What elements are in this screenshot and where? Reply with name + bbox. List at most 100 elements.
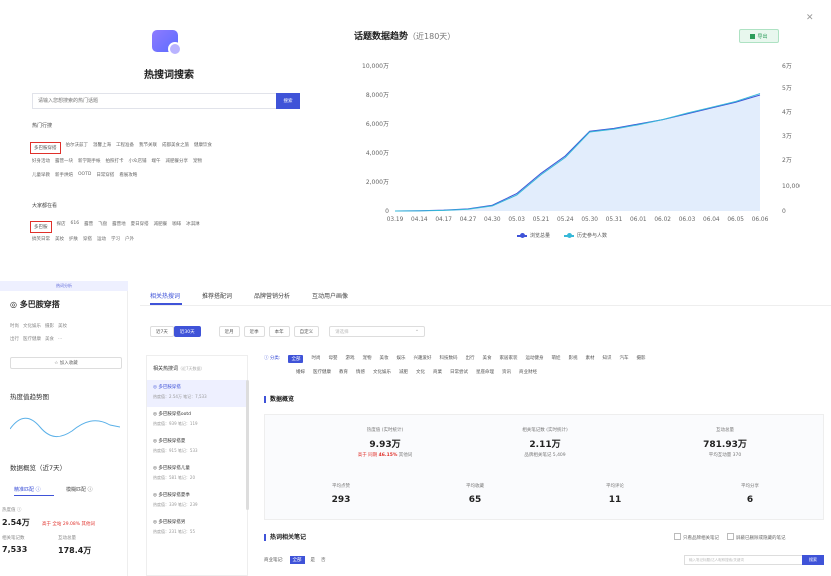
list-scrollbar[interactable]: [246, 380, 249, 510]
tab-user-profile[interactable]: 互动用户画像: [312, 291, 348, 300]
search-input[interactable]: [32, 93, 276, 109]
tag-item[interactable]: 冰淇淋: [186, 221, 200, 233]
category-item[interactable]: 家居家装: [499, 355, 517, 363]
filter-7-days[interactable]: 近7天: [150, 326, 174, 337]
list-item[interactable]: ◎ 多巴胺穿搭ootd 热度值：939 笔记：119: [147, 407, 247, 434]
tag-item[interactable]: 露营一块: [55, 158, 73, 164]
hide-deleted-checkbox[interactable]: 屏蔽已删除或隐藏的笔记: [727, 533, 786, 541]
tag-item[interactable]: 多巴胺穿搭: [30, 142, 61, 154]
biz-no[interactable]: 否: [321, 557, 326, 563]
category-item[interactable]: 游戏: [345, 355, 354, 363]
category-item[interactable]: 星座命理: [476, 369, 494, 375]
tag-item[interactable]: 减肥餐: [154, 221, 168, 233]
close-icon[interactable]: ✕: [806, 13, 814, 23]
tab-related-keywords[interactable]: 相关热搜词: [150, 291, 180, 300]
tag-item[interactable]: 好身活动: [32, 158, 50, 164]
export-button[interactable]: 导出: [739, 29, 779, 43]
category-item[interactable]: 商业财经: [519, 369, 537, 375]
tag-item[interactable]: 端午: [152, 158, 161, 164]
category-item[interactable]: 婚嫁: [296, 369, 305, 375]
legend-item-participants[interactable]: 历史参与人数: [564, 232, 607, 239]
category-item[interactable]: 商業: [433, 369, 442, 375]
list-item[interactable]: ◎ 多巴胺穿搭夏季 热度值：339 笔记：239: [147, 488, 247, 515]
tab-fuzzy-match[interactable]: 模糊匹配 ⓘ: [66, 486, 93, 493]
tag-item[interactable]: 小众店铺: [129, 158, 147, 164]
category-item[interactable]: 资讯: [502, 369, 511, 375]
filter-30-days[interactable]: 近30天: [173, 326, 201, 337]
tag-item[interactable]: 日常穿搭: [96, 172, 114, 178]
tab-recommended[interactable]: 推荐搭配词: [202, 291, 232, 300]
category-item[interactable]: 教育: [339, 369, 348, 375]
filter-year[interactable]: 本年: [268, 326, 290, 337]
tag-item[interactable]: 运动: [97, 236, 106, 242]
filter-month[interactable]: 近月: [218, 326, 240, 337]
tag-item[interactable]: 美妆: [55, 236, 64, 242]
tag-item[interactable]: 新学期手帐: [78, 158, 101, 164]
tag-item[interactable]: 学习: [111, 236, 120, 242]
date-select[interactable]: 请选择: [329, 326, 426, 337]
tag-item[interactable]: OOTD: [78, 172, 91, 178]
tag-item[interactable]: 飞盘: [98, 221, 107, 233]
category-item[interactable]: 萌娃: [551, 355, 560, 363]
category-item[interactable]: 知识: [602, 355, 611, 363]
legend-item-views[interactable]: 浏览总量: [517, 232, 550, 239]
category-item[interactable]: 科技数码: [439, 355, 457, 363]
category-item[interactable]: 减肥: [399, 369, 408, 375]
category-item[interactable]: 文化娱乐: [373, 369, 391, 375]
tag-item[interactable]: 穿搭: [83, 236, 92, 242]
category-item[interactable]: 文化: [416, 369, 425, 375]
category-item[interactable]: 宠物: [362, 355, 371, 363]
tag-item[interactable]: 露营: [84, 221, 93, 233]
tab-precise-match[interactable]: 精准匹配 ⓘ: [14, 486, 41, 493]
category-item[interactable]: 素材: [585, 355, 594, 363]
tag-item[interactable]: 新手烘焙: [55, 172, 73, 178]
list-item[interactable]: ◎ 多巴胺穿搭男 热度值：231 笔记：55: [147, 515, 247, 542]
tag-item[interactable]: 户外: [125, 236, 134, 242]
category-item[interactable]: 影视: [568, 355, 577, 363]
category-item[interactable]: 摄影: [636, 355, 645, 363]
category-item[interactable]: 日常尝试: [450, 369, 468, 375]
category-item[interactable]: 运动健身: [525, 355, 543, 363]
filter-custom[interactable]: 自定义: [293, 326, 320, 337]
tag-item[interactable]: 减肥餐分享: [166, 158, 189, 164]
tag-item[interactable]: 健康饮食: [194, 142, 212, 154]
tag-item[interactable]: 露营地: [112, 221, 126, 233]
category-item[interactable]: 美食: [482, 355, 491, 363]
biz-all[interactable]: 全部: [289, 556, 305, 564]
tag-item[interactable]: 咖啡: [172, 221, 181, 233]
search-button[interactable]: 搜索: [276, 93, 300, 109]
tag-item[interactable]: 儿童早教: [32, 172, 50, 178]
tag-item[interactable]: 成都美食之旅: [162, 142, 189, 154]
tag-item[interactable]: 宠物: [193, 158, 202, 164]
list-item[interactable]: ◎ 多巴胺穿搭 热度值：2.54万 笔记：7,533: [147, 380, 247, 407]
tag-item[interactable]: 护肤: [69, 236, 78, 242]
category-item[interactable]: 情感: [356, 369, 365, 375]
filter-quarter[interactable]: 近季: [243, 326, 265, 337]
tag-item[interactable]: 工程准备: [116, 142, 134, 154]
tag-item[interactable]: 夏日穿搭: [131, 221, 149, 233]
tag-item[interactable]: 搞笑日常: [32, 236, 50, 242]
brand-notes-checkbox[interactable]: 只看品牌相关笔记: [674, 533, 719, 541]
category-all[interactable]: 全部: [288, 355, 304, 363]
category-item[interactable]: 娱乐: [396, 355, 405, 363]
category-item[interactable]: 时尚: [311, 355, 320, 363]
tag-item[interactable]: 看展攻略: [119, 172, 137, 178]
category-item[interactable]: 母婴: [328, 355, 337, 363]
add-favorite-button[interactable]: ☆ 加入收藏: [10, 357, 122, 369]
category-item[interactable]: 出行: [465, 355, 474, 363]
tab-brand-analysis[interactable]: 品牌营销分析: [254, 291, 290, 300]
category-item[interactable]: 兴趣爱好: [413, 355, 431, 363]
tag-item[interactable]: 我节关联: [139, 142, 157, 154]
tag-item[interactable]: 探店: [57, 221, 66, 233]
tag-item[interactable]: 拍照打卡: [106, 158, 124, 164]
tag-item[interactable]: 伯尔沃兹丁: [66, 142, 89, 154]
notes-search-input[interactable]: 输入笔记标题/达人昵称搜索/关键词: [684, 555, 802, 565]
tag-item[interactable]: 616: [71, 221, 80, 233]
list-item[interactable]: ◎ 多巴胺穿搭夏 热度值：915 笔记：533: [147, 434, 247, 461]
notes-search-button[interactable]: 搜索: [802, 555, 824, 565]
category-item[interactable]: 汽车: [619, 355, 628, 363]
category-item[interactable]: 医疗健康: [313, 369, 331, 375]
tag-item[interactable]: 多巴胺: [30, 221, 52, 233]
category-item[interactable]: 美妆: [379, 355, 388, 363]
biz-yes[interactable]: 是: [311, 557, 316, 563]
